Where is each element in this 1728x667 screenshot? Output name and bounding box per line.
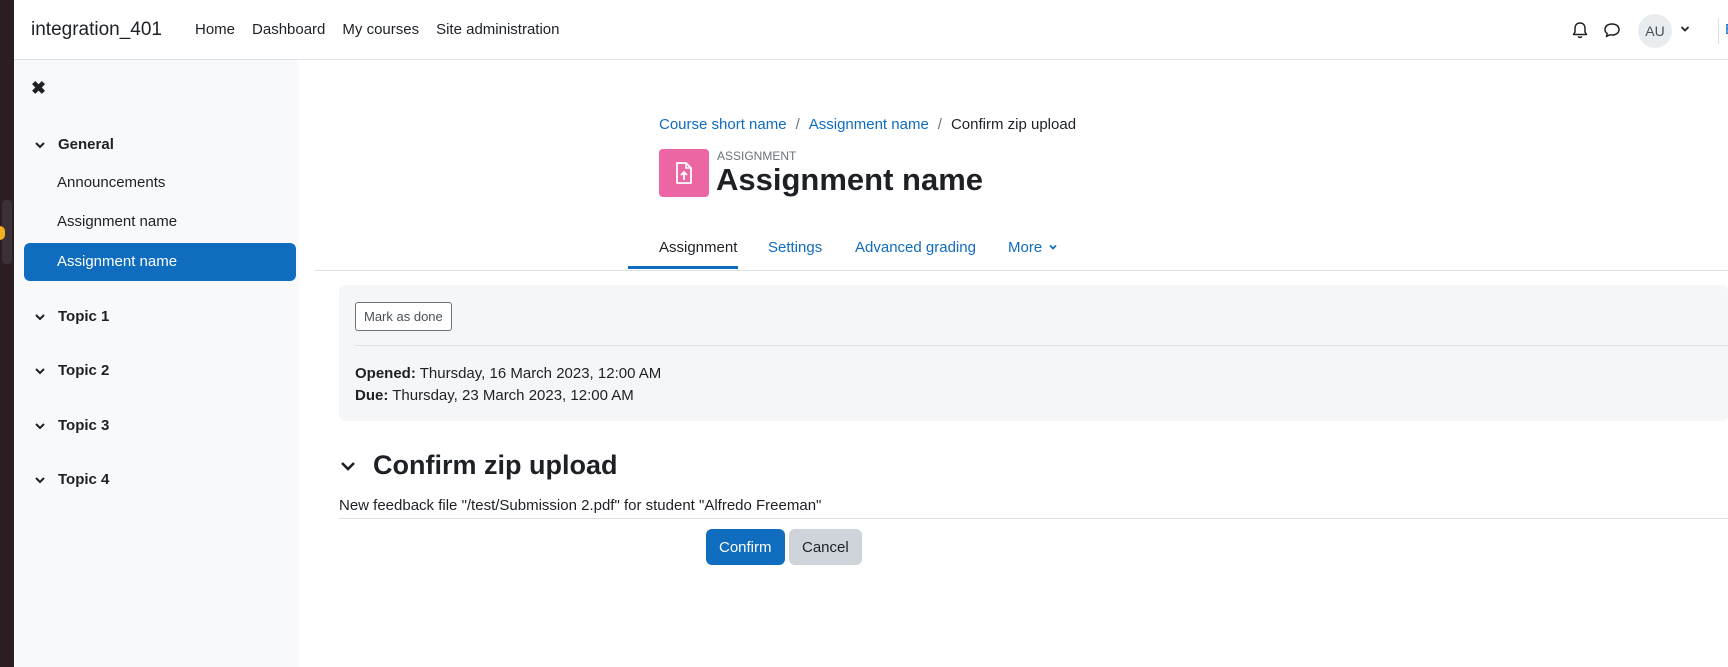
os-dock-strip xyxy=(0,0,14,667)
drawer-item-label: Announcements xyxy=(57,174,166,191)
chevron-down-icon[interactable] xyxy=(34,474,46,486)
breadcrumb-assignment[interactable]: Assignment name xyxy=(809,116,929,133)
chevron-down-icon[interactable] xyxy=(339,457,357,475)
nav-link-site-administration[interactable]: Site administration xyxy=(436,21,559,38)
section-title: Topic 2 xyxy=(58,362,110,379)
bell-icon[interactable] xyxy=(1570,20,1590,40)
course-index-drawer: ✖ General Announcements Assignment name … xyxy=(14,60,299,667)
opened-date: Opened: Thursday, 16 March 2023, 12:00 A… xyxy=(355,365,661,382)
section-title: Topic 3 xyxy=(58,417,110,434)
file-upload-icon xyxy=(676,162,692,184)
section-topic-4[interactable]: Topic 4 xyxy=(34,471,109,488)
nav-link-home[interactable]: Home xyxy=(195,21,235,38)
page-title: Assignment name xyxy=(716,162,984,197)
site-name[interactable]: integration_401 xyxy=(31,19,162,41)
drawer-item-announcements[interactable]: Announcements xyxy=(24,164,296,202)
due-label: Due: xyxy=(355,387,389,404)
section-title: Topic 4 xyxy=(58,471,110,488)
close-drawer-button[interactable]: ✖ xyxy=(31,78,46,99)
avatar-initials: AU xyxy=(1645,23,1665,39)
info-divider xyxy=(355,345,1728,346)
chevron-down-icon[interactable] xyxy=(34,139,46,151)
tab-more-label: More xyxy=(1008,239,1043,256)
feedback-file-message: New feedback file "/test/Submission 2.pd… xyxy=(339,497,822,514)
main-content: Course short name / Assignment name / Co… xyxy=(299,60,1728,667)
tab-advanced-grading[interactable]: Advanced grading xyxy=(855,239,976,270)
section-title: General xyxy=(58,136,114,153)
section-title: Topic 1 xyxy=(58,308,110,325)
chevron-down-icon[interactable] xyxy=(34,311,46,323)
section-general[interactable]: General xyxy=(34,136,114,153)
section-topic-2[interactable]: Topic 2 xyxy=(34,362,109,379)
breadcrumb-current: Confirm zip upload xyxy=(950,116,1077,133)
user-avatar[interactable]: AU xyxy=(1638,14,1672,48)
confirm-section-header: Confirm zip upload xyxy=(339,450,617,481)
drawer-item-label: Assignment name xyxy=(57,253,178,270)
opened-label: Opened: xyxy=(355,365,416,382)
opened-value: Thursday, 16 March 2023, 12:00 AM xyxy=(419,365,662,382)
primary-navigation: Home Dashboard My courses Site administr… xyxy=(195,21,560,38)
chevron-down-icon xyxy=(1049,244,1057,250)
chat-icon[interactable] xyxy=(1602,20,1622,40)
section-topic-1[interactable]: Topic 1 xyxy=(34,308,109,325)
nav-link-my-courses[interactable]: My courses xyxy=(342,21,419,38)
tab-settings[interactable]: Settings xyxy=(768,239,822,270)
due-date: Due: Thursday, 23 March 2023, 12:00 AM xyxy=(355,387,634,404)
assignment-icon xyxy=(659,149,709,197)
breadcrumb-separator: / xyxy=(937,116,942,133)
chevron-down-icon[interactable] xyxy=(34,365,46,377)
navbar-divider xyxy=(1718,18,1719,44)
tab-more[interactable]: More xyxy=(1008,239,1058,270)
mark-as-done-button[interactable]: Mark as done xyxy=(355,302,452,331)
activity-type-label: ASSIGNMENT xyxy=(717,149,797,163)
confirm-button[interactable]: Confirm xyxy=(706,529,785,565)
message-divider xyxy=(339,518,1728,519)
confirm-heading: Confirm zip upload xyxy=(373,450,618,480)
drawer-item-assignment-2-active[interactable]: Assignment name xyxy=(24,243,296,281)
breadcrumb-separator: / xyxy=(795,116,800,133)
chevron-down-icon[interactable] xyxy=(34,420,46,432)
section-topic-3[interactable]: Topic 3 xyxy=(34,417,109,434)
breadcrumb: Course short name / Assignment name / Co… xyxy=(659,116,1076,133)
top-navbar: integration_401 Home Dashboard My course… xyxy=(14,0,1728,60)
chevron-down-icon[interactable] xyxy=(1680,24,1690,34)
activity-information: Mark as done Opened: Thursday, 16 March … xyxy=(339,285,1728,421)
nav-link-dashboard[interactable]: Dashboard xyxy=(252,21,325,38)
secondary-navigation: Assignment Settings Advanced grading Mor… xyxy=(315,234,1728,271)
drawer-item-label: Assignment name xyxy=(57,213,178,230)
active-tab-indicator xyxy=(628,266,738,269)
due-value: Thursday, 23 March 2023, 12:00 AM xyxy=(392,387,634,404)
drawer-item-assignment-1[interactable]: Assignment name xyxy=(24,203,296,241)
breadcrumb-course[interactable]: Course short name xyxy=(659,116,787,133)
cancel-button[interactable]: Cancel xyxy=(789,529,862,565)
